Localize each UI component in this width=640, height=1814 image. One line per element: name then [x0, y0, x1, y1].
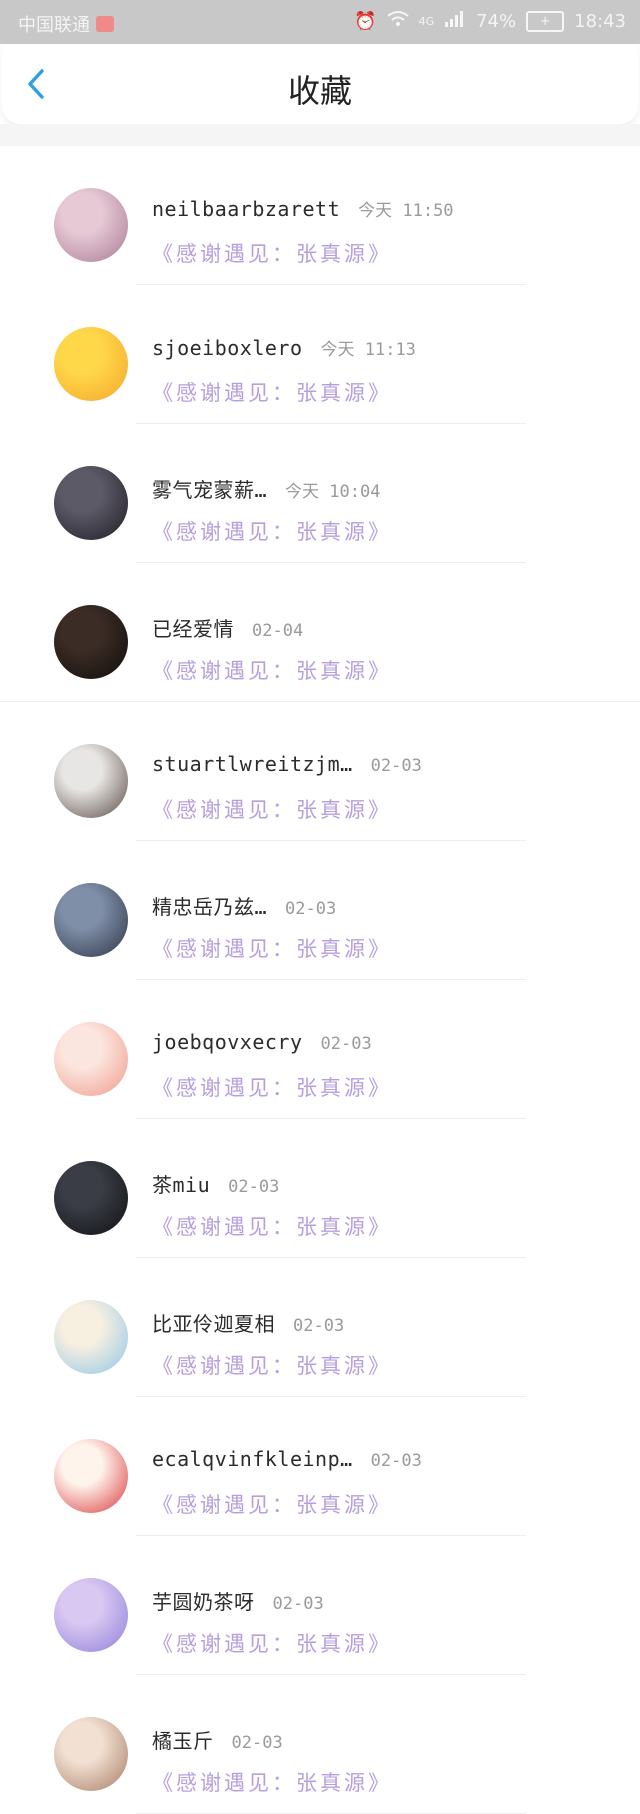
favorite-title-link[interactable]: 《感谢遇见：张真源》 [152, 516, 392, 546]
timestamp: 02-03 [231, 1733, 283, 1753]
timestamp: 02-03 [285, 899, 337, 919]
user-name[interactable]: 比亚伶迦夏相 [152, 1308, 275, 1337]
user-name[interactable]: 橘玉斤 [152, 1725, 214, 1754]
status-bar-right: ⏰ 4G 74% + 18:43 [354, 11, 626, 32]
avatar[interactable] [54, 1439, 128, 1513]
network-type-label: 4G [418, 15, 435, 28]
favorite-list-item[interactable]: ecalqvinfkleinp… 02-03 《感谢遇见：张真源》 [0, 1397, 640, 1536]
clock-time: 18:43 [574, 11, 626, 32]
avatar[interactable] [54, 1578, 128, 1652]
timestamp: 今天 11:13 [320, 340, 416, 360]
timestamp: 今天 11:50 [358, 201, 454, 221]
favorite-title-link[interactable]: 《感谢遇见：张真源》 [152, 794, 392, 824]
favorite-list-item[interactable]: 雾气宠蒙薪… 今天 10:04 《感谢遇见：张真源》 [0, 424, 640, 563]
signal-icon [444, 11, 466, 32]
favorite-list-item[interactable]: stuartlwreitzjm… 02-03 《感谢遇见：张真源》 [0, 702, 640, 841]
page-title: 收藏 [287, 72, 352, 110]
name-row: neilbaarbzarett 今天 11:50 [152, 196, 454, 221]
favorite-title-link[interactable]: 《感谢遇见：张真源》 [152, 1767, 392, 1797]
favorite-list-item[interactable]: 比亚伶迦夏相 02-03 《感谢遇见：张真源》 [0, 1258, 640, 1397]
timestamp: 02-03 [272, 1594, 324, 1614]
battery-charging-icon: + [526, 11, 565, 32]
user-name[interactable]: stuartlwreitzjm… [152, 752, 353, 776]
user-name[interactable]: 雾气宠蒙薪… [152, 474, 267, 503]
name-row: 橘玉斤 02-03 [152, 1725, 283, 1754]
name-row: stuartlwreitzjm… 02-03 [152, 752, 422, 776]
name-row: sjoeiboxlero 今天 11:13 [152, 335, 416, 360]
header-spacer [0, 124, 640, 146]
name-row: 芋圆奶茶呀 02-03 [152, 1586, 324, 1615]
name-row: 雾气宠蒙薪… 今天 10:04 [152, 474, 380, 503]
favorite-list-item[interactable]: 已经爱情 02-04 《感谢遇见：张真源》 [0, 563, 640, 702]
carrier-label: 中国联通 [18, 15, 90, 36]
favorite-title-link[interactable]: 《感谢遇见：张真源》 [152, 1489, 392, 1519]
notification-icon [96, 16, 114, 32]
avatar[interactable] [54, 605, 128, 679]
avatar[interactable] [54, 1022, 128, 1096]
name-row: 精忠岳乃兹… 02-03 [152, 891, 336, 920]
name-row: 茶miu 02-03 [152, 1169, 279, 1198]
favorite-list-item[interactable]: 茶miu 02-03 《感谢遇见：张真源》 [0, 1119, 640, 1258]
avatar[interactable] [54, 327, 128, 401]
favorite-title-link[interactable]: 《感谢遇见：张真源》 [152, 1211, 392, 1241]
user-name[interactable]: 芋圆奶茶呀 [152, 1586, 255, 1615]
favorite-title-link[interactable]: 《感谢遇见：张真源》 [152, 933, 392, 963]
favorite-title-link[interactable]: 《感谢遇见：张真源》 [152, 377, 392, 407]
avatar[interactable] [54, 188, 128, 262]
name-row: 已经爱情 02-04 [152, 613, 303, 642]
name-row: ecalqvinfkleinp… 02-03 [152, 1447, 422, 1471]
avatar[interactable] [54, 1717, 128, 1791]
name-row: joebqovxecry 02-03 [152, 1030, 372, 1054]
favorite-list-item[interactable]: 精忠岳乃兹… 02-03 《感谢遇见：张真源》 [0, 841, 640, 980]
favorite-title-link[interactable]: 《感谢遇见：张真源》 [152, 1350, 392, 1380]
alarm-icon: ⏰ [354, 11, 377, 32]
name-row: 比亚伶迦夏相 02-03 [152, 1308, 344, 1337]
favorite-list-item[interactable]: joebqovxecry 02-03 《感谢遇见：张真源》 [0, 980, 640, 1119]
status-bar: 中国联通 ⏰ 4G 74% + 18:43 [0, 0, 640, 44]
favorite-title-link[interactable]: 《感谢遇见：张真源》 [152, 1072, 392, 1102]
avatar[interactable] [54, 1300, 128, 1374]
user-name[interactable]: sjoeiboxlero [152, 336, 303, 360]
avatar[interactable] [54, 744, 128, 818]
favorite-list-item[interactable]: sjoeiboxlero 今天 11:13 《感谢遇见：张真源》 [0, 285, 640, 424]
avatar[interactable] [54, 883, 128, 957]
user-name[interactable]: joebqovxecry [152, 1030, 303, 1054]
wifi-icon [386, 11, 409, 32]
user-name[interactable]: 茶miu [152, 1169, 210, 1198]
timestamp: 02-03 [228, 1177, 280, 1197]
favorite-title-link[interactable]: 《感谢遇见：张真源》 [152, 655, 392, 685]
timestamp: 今天 10:04 [285, 482, 381, 502]
user-name[interactable]: ecalqvinfkleinp… [152, 1447, 353, 1471]
status-bar-left: 中国联通 [18, 11, 114, 37]
timestamp: 02-03 [370, 1451, 422, 1471]
user-name[interactable]: 精忠岳乃兹… [152, 891, 267, 920]
user-name[interactable]: 已经爱情 [152, 613, 234, 642]
timestamp: 02-03 [370, 756, 422, 776]
timestamp: 02-04 [252, 621, 304, 641]
favorites-list: neilbaarbzarett 今天 11:50 《感谢遇见：张真源》 sjoeibo… [0, 146, 640, 1814]
user-name[interactable]: neilbaarbzarett [152, 197, 340, 221]
navigation-header: 收藏 [2, 44, 638, 124]
favorite-title-link[interactable]: 《感谢遇见：张真源》 [152, 238, 392, 268]
battery-percent: 74% [476, 11, 517, 32]
timestamp: 02-03 [293, 1316, 345, 1336]
favorite-title-link[interactable]: 《感谢遇见：张真源》 [152, 1628, 392, 1658]
timestamp: 02-03 [320, 1034, 372, 1054]
favorite-list-item[interactable]: 橘玉斤 02-03 《感谢遇见：张真源》 [0, 1675, 640, 1814]
avatar[interactable] [54, 1161, 128, 1235]
favorite-list-item[interactable]: 芋圆奶茶呀 02-03 《感谢遇见：张真源》 [0, 1536, 640, 1675]
avatar[interactable] [54, 466, 128, 540]
favorite-list-item[interactable]: neilbaarbzarett 今天 11:50 《感谢遇见：张真源》 [0, 146, 640, 285]
